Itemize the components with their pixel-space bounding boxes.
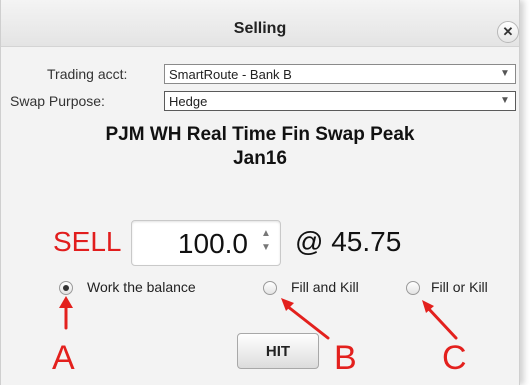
annotation-a: A [52,339,75,377]
selling-dialog: Selling ✕ Trading acct: SmartRoute - Ban… [0,0,520,385]
annotation-b: B [334,339,357,377]
arrow-c-line [426,306,458,340]
arrow-b-line [285,304,330,340]
arrow-a-head [59,296,73,308]
annotation-arrows [59,296,458,340]
annotation-c: C [442,339,467,377]
